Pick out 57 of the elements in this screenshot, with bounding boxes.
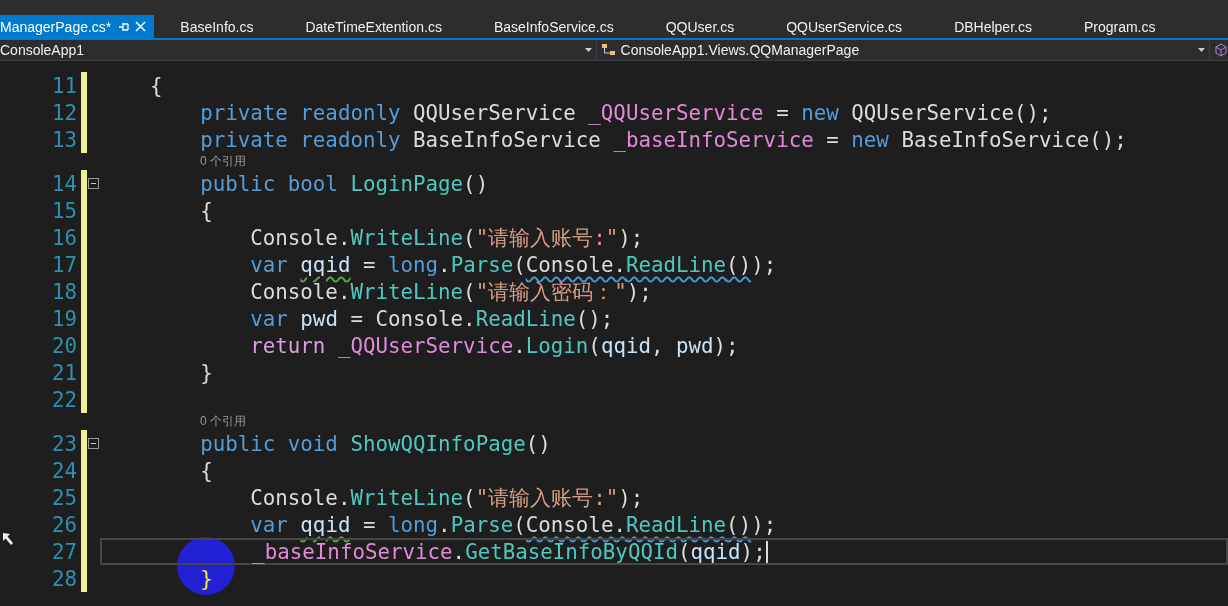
file-tab[interactable]: QQUserService.cs — [760, 15, 929, 38]
code-line: Console.WriteLine("请输入账号:"); — [249, 224, 644, 252]
code-line: public void ShowQQInfoPage() — [199, 431, 551, 456]
reference-count[interactable]: 0 个引用 — [200, 153, 246, 170]
line-number: 13 — [50, 127, 77, 152]
dropdown-arrow-icon — [1198, 48, 1205, 52]
line-number: 25 — [50, 485, 77, 510]
code-line: private readonly BaseInfoService _baseInfoService = new BaseInfoService(); — [199, 127, 1127, 152]
line-number: 28 — [50, 566, 77, 591]
code-line: private readonly QQUserService _QQUserService = new QQUserService(); — [199, 100, 1052, 125]
line-number: 11 — [50, 73, 77, 98]
code-line: public bool LoginPage() — [199, 171, 489, 196]
line-number: 19 — [50, 306, 77, 331]
line-number: 17 — [50, 252, 77, 277]
line-number: 12 — [50, 100, 77, 125]
code-line: } — [199, 360, 213, 385]
code-line: return _QQUserService.Login(qqid, pwd); — [249, 333, 739, 358]
line-number: 24 — [50, 458, 77, 483]
mouse-pointer-icon — [2, 532, 16, 548]
project-dropdown[interactable]: ConsoleApp1 — [0, 40, 597, 60]
cube-icon — [1214, 43, 1228, 57]
line-number: 21 — [50, 360, 77, 385]
code-line: Console.WriteLine("请输入密码："); — [249, 278, 652, 306]
line-number: 27 — [50, 539, 77, 564]
collapse-icon[interactable] — [88, 438, 99, 449]
dropdown-arrow-icon — [584, 48, 592, 52]
line-number: 20 — [50, 333, 77, 358]
collapse-icon[interactable] — [88, 178, 99, 189]
close-icon[interactable] — [135, 21, 147, 32]
code-line: var qqid = long.Parse(Console.ReadLine()); — [249, 512, 777, 537]
code-line: var pwd = Console.ReadLine(); — [249, 306, 614, 331]
class-icon — [600, 43, 617, 57]
line-number: 23 — [50, 431, 77, 456]
line-number: 18 — [50, 279, 77, 304]
file-tab[interactable]: BaseInfoService.cs — [467, 15, 640, 38]
file-tab[interactable]: DateTimeExtention.cs — [279, 15, 468, 38]
code-line: { — [199, 458, 213, 483]
file-tab[interactable]: DBHelper.cs — [928, 15, 1058, 38]
line-number: 26 — [50, 512, 77, 537]
file-tab[interactable]: BaseInfo.cs — [154, 15, 280, 38]
file-tab[interactable]: ManagerPage.cs* — [0, 15, 155, 38]
line-number: 15 — [50, 198, 77, 223]
line-number: 16 — [50, 225, 77, 250]
code-line: Console.WriteLine("请输入账号:"); — [249, 484, 644, 512]
line-number: 14 — [50, 171, 77, 196]
file-tab[interactable]: Program.cs — [1057, 15, 1182, 38]
text-caret — [765, 540, 768, 563]
code-line: { — [149, 73, 163, 98]
type-dropdown[interactable]: ConsoleApp1.Views.QQManagerPage — [596, 40, 1210, 60]
pin-icon[interactable] — [119, 21, 130, 32]
code-line: { — [199, 198, 213, 223]
code-line: var qqid = long.Parse(Console.ReadLine()); — [249, 252, 777, 277]
reference-count[interactable]: 0 个引用 — [200, 413, 246, 430]
code-line: _baseInfoService.GetBaseInfoByQQId(qqid); — [251, 539, 766, 564]
file-tab[interactable]: QQUser.cs — [639, 15, 761, 38]
line-number: 22 — [50, 387, 77, 412]
code-line: } — [199, 566, 213, 591]
